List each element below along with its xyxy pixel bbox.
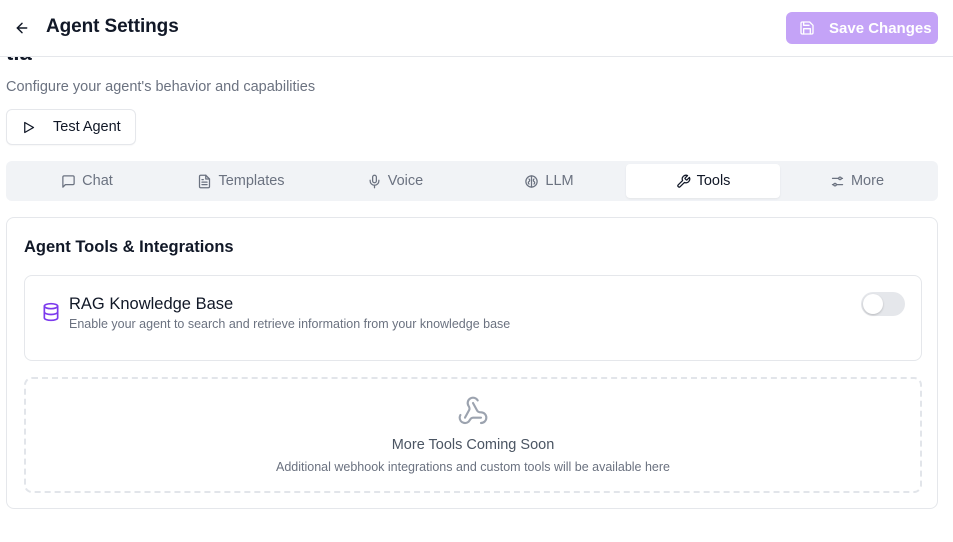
test-agent-button[interactable]: Test Agent xyxy=(6,109,136,145)
tab-templates[interactable]: Templates xyxy=(164,164,318,198)
save-button-label: Save Changes xyxy=(829,19,932,37)
save-changes-button[interactable]: Save Changes xyxy=(786,12,938,44)
file-text-icon xyxy=(199,174,211,188)
mic-icon xyxy=(369,174,380,188)
message-square-icon xyxy=(62,174,75,188)
brain-icon xyxy=(525,174,539,188)
page-title: Agent Settings xyxy=(46,16,179,37)
coming-soon-description: Additional webhook integrations and cust… xyxy=(276,460,670,474)
top-header: Agent Settings Save Changes xyxy=(0,0,953,57)
sliders-icon xyxy=(831,176,844,186)
tab-llm-label: LLM xyxy=(545,173,574,189)
save-icon xyxy=(798,19,816,37)
page-subtitle: Configure your agent's behavior and capa… xyxy=(6,79,316,95)
tab-tools-label: Tools xyxy=(696,173,731,189)
agent-settings-page: tia Agent Settings Save Changes Configur… xyxy=(0,0,953,542)
tab-llm[interactable]: LLM xyxy=(472,164,626,198)
back-button[interactable] xyxy=(12,18,32,38)
rag-tool-name: RAG Knowledge Base xyxy=(69,295,234,313)
arrow-left-icon xyxy=(16,22,28,34)
tab-chat-label: Chat xyxy=(82,173,113,189)
database-icon xyxy=(41,302,61,327)
tab-templates-label: Templates xyxy=(218,173,285,189)
wrench-icon xyxy=(676,174,690,188)
toggle-knob xyxy=(863,294,883,314)
rag-toggle[interactable] xyxy=(861,292,905,316)
settings-tabs: Chat Templates Voice LLM Tools More xyxy=(6,161,938,201)
rag-tool-description: Enable your agent to search and retrieve… xyxy=(69,317,511,331)
webhook-icon xyxy=(457,395,489,432)
rag-tool-row: RAG Knowledge Base Enable your agent to … xyxy=(24,275,922,361)
tools-card: Agent Tools & Integrations RAG Knowledge… xyxy=(6,217,938,509)
tab-more-label: More xyxy=(850,173,885,189)
play-icon xyxy=(24,121,35,133)
tab-tools[interactable]: Tools xyxy=(626,164,780,198)
tab-voice[interactable]: Voice xyxy=(318,164,472,198)
tools-card-title: Agent Tools & Integrations xyxy=(24,238,234,256)
tab-chat[interactable]: Chat xyxy=(10,164,164,198)
coming-soon-title: More Tools Coming Soon xyxy=(391,437,555,453)
tab-more[interactable]: More xyxy=(780,164,934,198)
tab-voice-label: Voice xyxy=(387,173,424,189)
test-agent-label: Test Agent xyxy=(53,119,121,135)
coming-soon-panel: More Tools Coming Soon Additional webhoo… xyxy=(24,377,922,493)
